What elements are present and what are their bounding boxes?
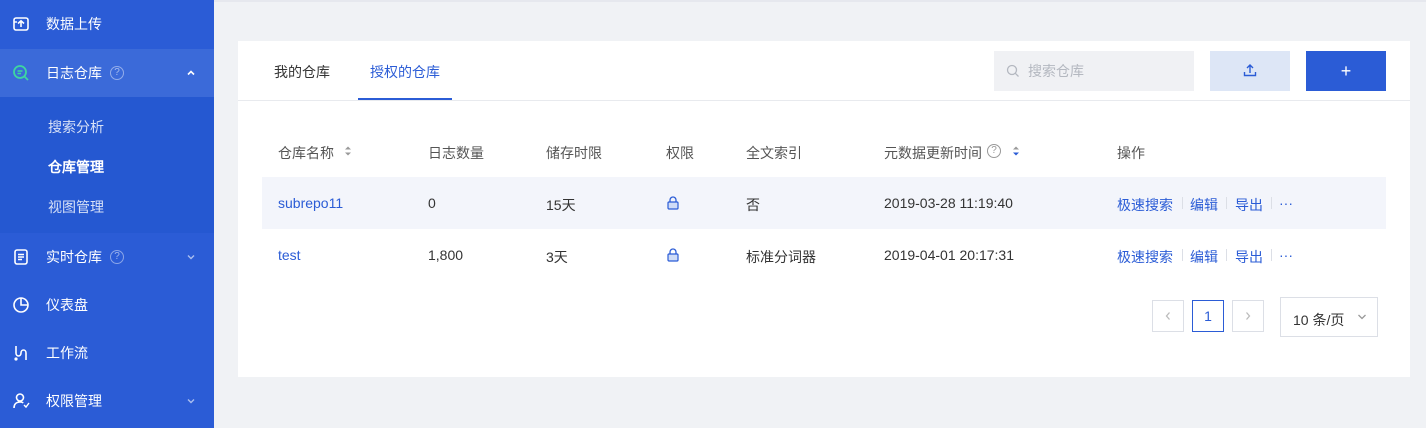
action-divider [1182, 249, 1183, 261]
page-number-button[interactable]: 1 [1192, 300, 1224, 332]
retention-value: 3天 [546, 249, 568, 265]
export-link[interactable]: 导出 [1235, 247, 1263, 267]
tab-my-repos[interactable]: 我的仓库 [274, 62, 330, 82]
upload-button[interactable] [1210, 51, 1290, 91]
tab-authorized-repos[interactable]: 授权的仓库 [370, 62, 440, 82]
chevron-up-icon [187, 70, 195, 76]
column-header-actions: 操作 [1117, 145, 1145, 161]
action-divider [1271, 249, 1272, 261]
more-icon[interactable]: ··· [1279, 247, 1293, 263]
sidebar-item-dashboard[interactable]: 仪表盘 [0, 281, 214, 329]
next-page-button[interactable] [1232, 300, 1264, 332]
upload-icon [1243, 63, 1257, 76]
export-link[interactable]: 导出 [1235, 195, 1263, 215]
table-row: subrepo11 0 15天 否 2019-03-28 11:19:40 极速… [262, 177, 1386, 229]
user-permission-icon [13, 393, 30, 409]
chevron-down-icon [187, 399, 195, 404]
help-icon[interactable]: ? [987, 144, 1001, 158]
log-count: 0 [428, 195, 436, 211]
submenu-item-view-management[interactable]: 视图管理 [48, 197, 104, 217]
action-divider [1226, 197, 1227, 209]
sidebar-item-label: 工作流 [46, 345, 88, 361]
edit-link[interactable]: 编辑 [1190, 247, 1218, 267]
workflow-icon [14, 346, 27, 361]
sidebar: 数据上传 日志仓库 ? 搜索分析 仓库管理 视图管理 实时仓库 ? 仪表盘 工作… [0, 0, 214, 428]
column-header-permission: 权限 [666, 145, 694, 161]
sidebar-item-data-upload[interactable]: 数据上传 [0, 0, 214, 48]
sidebar-item-workflow[interactable]: 工作流 [0, 329, 214, 377]
search-input[interactable] [1028, 51, 1188, 91]
action-divider [1271, 197, 1272, 209]
column-header-fulltext: 全文索引 [746, 145, 802, 161]
edit-link[interactable]: 编辑 [1190, 195, 1218, 215]
lock-icon [667, 196, 679, 210]
page-size-value: 10 条/页 [1293, 312, 1345, 328]
sidebar-item-log-repo[interactable]: 日志仓库 ? [0, 49, 214, 97]
search-box [994, 51, 1194, 91]
column-header-count: 日志数量 [428, 145, 484, 161]
chevron-down-icon [187, 255, 195, 260]
fulltext-value: 否 [746, 197, 760, 213]
chevron-left-icon [1165, 312, 1170, 320]
sidebar-item-label: 实时仓库 [46, 249, 102, 265]
retention-value: 15天 [546, 197, 576, 213]
submenu-item-repo-management[interactable]: 仓库管理 [48, 157, 104, 177]
tabs-bar: 我的仓库 授权的仓库 + [238, 41, 1410, 101]
table-row: test 1,800 3天 标准分词器 2019-04-01 20:17:31 … [262, 229, 1386, 281]
repo-name-link[interactable]: subrepo11 [278, 195, 343, 211]
header-divider [214, 0, 1426, 2]
column-header-retention: 储存时限 [546, 145, 602, 161]
list-doc-icon [14, 249, 28, 265]
upload-box-icon [13, 17, 29, 31]
sidebar-item-label: 日志仓库 [46, 65, 102, 81]
sidebar-item-realtime-repo[interactable]: 实时仓库 ? [0, 233, 214, 281]
active-tab-indicator [358, 98, 452, 100]
repo-panel: 我的仓库 授权的仓库 + 仓库名称 日志数量 储存时限 权限 全文索引 元数据更… [238, 41, 1410, 377]
column-header-name[interactable]: 仓库名称 [278, 143, 334, 163]
log-repo-submenu: 搜索分析 仓库管理 视图管理 [0, 97, 214, 233]
fast-search-link[interactable]: 极速搜索 [1117, 247, 1173, 267]
chevron-right-icon [1246, 312, 1251, 320]
action-divider [1226, 249, 1227, 261]
sidebar-item-label: 仪表盘 [46, 297, 88, 313]
log-search-icon [13, 65, 29, 81]
more-icon[interactable]: ··· [1279, 195, 1293, 211]
help-icon[interactable]: ? [110, 66, 124, 80]
repo-name-link[interactable]: test [278, 247, 301, 263]
updated-time: 2019-04-01 20:17:31 [884, 247, 1014, 263]
log-count: 1,800 [428, 247, 464, 263]
add-repo-button[interactable]: + [1306, 51, 1386, 91]
column-header-updated[interactable]: 元数据更新时间 [884, 143, 982, 163]
sidebar-item-permissions[interactable]: 权限管理 [0, 377, 214, 425]
lock-icon [667, 248, 679, 262]
submenu-item-search-analysis[interactable]: 搜索分析 [48, 117, 104, 137]
sidebar-item-label: 数据上传 [46, 16, 102, 32]
pie-chart-icon [13, 297, 29, 313]
sort-icon[interactable] [344, 145, 352, 157]
page-size-select[interactable]: 10 条/页 [1280, 297, 1378, 337]
chevron-down-icon [1358, 314, 1366, 320]
sort-desc-icon[interactable] [1012, 145, 1020, 157]
fulltext-value: 标准分词器 [746, 249, 816, 265]
search-icon [1006, 64, 1019, 77]
sidebar-item-label: 权限管理 [46, 393, 102, 409]
fast-search-link[interactable]: 极速搜索 [1117, 195, 1173, 215]
action-divider [1182, 197, 1183, 209]
help-icon[interactable]: ? [110, 250, 124, 264]
prev-page-button[interactable] [1152, 300, 1184, 332]
updated-time: 2019-03-28 11:19:40 [884, 195, 1013, 211]
